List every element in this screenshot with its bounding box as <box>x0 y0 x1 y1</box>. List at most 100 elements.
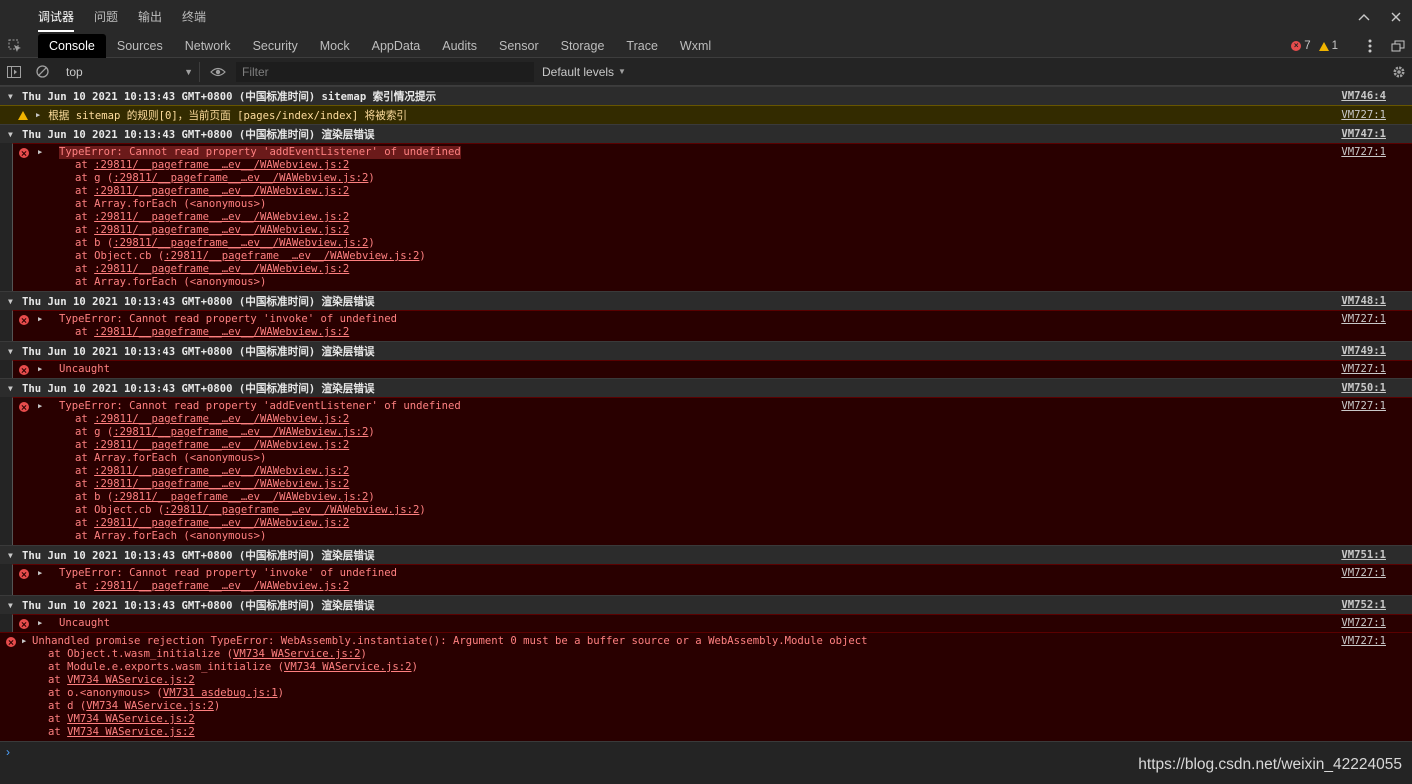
stack-frame-link[interactable]: VM734 WAService.js:2 <box>233 648 361 660</box>
error-text: TypeError: Cannot read property 'addEven… <box>59 400 461 412</box>
stack-frame-link[interactable]: VM731 asdebug.js:1 <box>163 687 278 699</box>
tab-sensor[interactable]: Sensor <box>488 34 550 58</box>
expand-caret-icon[interactable]: ▶ <box>38 363 42 376</box>
group-header[interactable]: ▼ Thu Jun 10 2021 10:13:43 GMT+0800 (中国标准… <box>0 86 1412 105</box>
stack-frame-link[interactable]: :29811/__pageframe__…ev__/WAWebview.js:2 <box>94 211 349 223</box>
tab-console[interactable]: Console <box>38 33 106 58</box>
group-header[interactable]: ▼ Thu Jun 10 2021 10:13:43 GMT+0800 (中国标准… <box>0 595 1412 614</box>
group-header[interactable]: ▼ Thu Jun 10 2021 10:13:43 GMT+0800 (中国标准… <box>0 378 1412 397</box>
panel-tab-problems[interactable]: 问题 <box>84 0 128 34</box>
group-header[interactable]: ▼ Thu Jun 10 2021 10:13:43 GMT+0800 (中国标准… <box>0 291 1412 310</box>
expand-caret-icon[interactable]: ▶ <box>38 313 42 326</box>
sidebar-toggle-icon[interactable] <box>0 58 28 86</box>
stack-frame-link[interactable]: :29811/__pageframe__…ev__/WAWebview.js:2 <box>94 478 349 490</box>
expand-triangle-icon[interactable]: ▼ <box>8 297 22 306</box>
source-link[interactable]: VM727:1 <box>1341 313 1386 326</box>
expand-caret-icon[interactable]: ▶ <box>38 617 42 630</box>
stack-frame-link[interactable]: :29811/__pageframe__…ev__/WAWebview.js:2 <box>113 491 368 503</box>
expand-caret-icon[interactable]: ▶ <box>38 146 42 159</box>
expand-caret-icon[interactable]: ▶ <box>38 400 42 413</box>
expand-caret-icon[interactable]: ▶ <box>38 567 42 580</box>
source-link[interactable]: VM750:1 <box>1341 382 1386 394</box>
source-link[interactable]: VM727:1 <box>1341 567 1386 580</box>
error-text: Uncaught <box>59 617 111 629</box>
stack-frame-link[interactable]: :29811/__pageframe__…ev__/WAWebview.js:2 <box>94 159 349 171</box>
panel-tab-output[interactable]: 输出 <box>128 0 172 34</box>
source-link[interactable]: VM751:1 <box>1341 549 1386 561</box>
expand-triangle-icon[interactable]: ▼ <box>8 384 22 393</box>
stack-frame-link[interactable]: VM734 WAService.js:2 <box>67 713 195 725</box>
tab-sources[interactable]: Sources <box>106 34 174 58</box>
stack-frame-text: at g ( <box>75 426 114 438</box>
source-link[interactable]: VM746:4 <box>1341 90 1386 102</box>
close-icon[interactable] <box>1380 0 1412 34</box>
panel-tab-debugger[interactable]: 调试器 <box>28 0 84 34</box>
settings-button[interactable] <box>1392 58 1406 86</box>
stack-frame-link[interactable]: :29811/__pageframe__…ev__/WAWebview.js:2 <box>94 326 349 338</box>
source-link[interactable]: VM727:1 <box>1341 363 1386 376</box>
tab-wxml[interactable]: Wxml <box>669 34 722 58</box>
filter-input[interactable] <box>236 61 534 82</box>
stack-frame-text: at <box>75 478 95 490</box>
stack-frame-link[interactable]: :29811/__pageframe__…ev__/WAWebview.js:2 <box>94 580 349 592</box>
stack-frame-link[interactable]: VM734 WAService.js:2 <box>86 700 214 712</box>
group-header[interactable]: ▼ Thu Jun 10 2021 10:13:43 GMT+0800 (中国标准… <box>0 124 1412 143</box>
inspect-element-icon[interactable] <box>0 34 30 58</box>
undock-icon[interactable] <box>1384 34 1412 58</box>
warning-text: 根据 sitemap 的规则[0]，当前页面 [pages/index/inde… <box>48 109 408 122</box>
source-link[interactable]: VM727:1 <box>1341 617 1386 630</box>
stack-frame-link[interactable]: :29811/__pageframe__…ev__/WAWebview.js:2 <box>113 426 368 438</box>
stack-frame-link[interactable]: VM734 WAService.js:2 <box>67 674 195 686</box>
tab-security[interactable]: Security <box>242 34 309 58</box>
tab-storage[interactable]: Storage <box>550 34 616 58</box>
group-header[interactable]: ▼ Thu Jun 10 2021 10:13:43 GMT+0800 (中国标准… <box>0 545 1412 564</box>
tab-trace[interactable]: Trace <box>615 34 669 58</box>
stack-frame-link[interactable]: :29811/__pageframe__…ev__/WAWebview.js:2 <box>94 185 349 197</box>
group-header[interactable]: ▼ Thu Jun 10 2021 10:13:43 GMT+0800 (中国标准… <box>0 341 1412 360</box>
stack-frame-link[interactable]: :29811/__pageframe__…ev__/WAWebview.js:2 <box>164 250 419 262</box>
source-link[interactable]: VM727:1 <box>1341 109 1386 121</box>
expand-triangle-icon[interactable]: ▼ <box>8 130 22 139</box>
stack-frame-link[interactable]: :29811/__pageframe__…ev__/WAWebview.js:2 <box>113 172 368 184</box>
source-link[interactable]: VM749:1 <box>1341 345 1386 357</box>
log-levels-dropdown[interactable]: Default levels ▼ <box>542 65 626 79</box>
issue-counts[interactable]: × 7 1 <box>1291 40 1338 52</box>
source-link[interactable]: VM727:1 <box>1341 400 1386 413</box>
chevron-up-icon[interactable] <box>1348 0 1380 34</box>
stack-frame-link[interactable]: :29811/__pageframe__…ev__/WAWebview.js:2 <box>94 413 349 425</box>
tab-appdata[interactable]: AppData <box>361 34 432 58</box>
stack-frame-link[interactable]: :29811/__pageframe__…ev__/WAWebview.js:2 <box>113 237 368 249</box>
clear-console-icon[interactable] <box>28 58 56 86</box>
expand-triangle-icon[interactable]: ▼ <box>8 92 22 101</box>
eye-icon[interactable] <box>204 58 232 86</box>
tab-mock[interactable]: Mock <box>309 34 361 58</box>
stack-frame-link[interactable]: :29811/__pageframe__…ev__/WAWebview.js:2 <box>94 465 349 477</box>
source-link[interactable]: VM727:1 <box>1341 635 1386 648</box>
stack-frame-link[interactable]: :29811/__pageframe__…ev__/WAWebview.js:2 <box>94 224 349 236</box>
warning-count-icon <box>1318 41 1329 51</box>
stack-frame-link[interactable]: :29811/__pageframe__…ev__/WAWebview.js:2 <box>94 263 349 275</box>
tab-network[interactable]: Network <box>174 34 242 58</box>
stack-frame-link[interactable]: :29811/__pageframe__…ev__/WAWebview.js:2 <box>164 504 419 516</box>
source-link[interactable]: VM752:1 <box>1341 599 1386 611</box>
source-link[interactable]: VM748:1 <box>1341 295 1386 307</box>
more-options-icon[interactable] <box>1356 34 1384 58</box>
source-link[interactable]: VM727:1 <box>1341 146 1386 159</box>
tab-audits[interactable]: Audits <box>431 34 488 58</box>
expand-triangle-icon[interactable]: ▼ <box>8 347 22 356</box>
expand-caret-icon[interactable]: ▶ <box>22 635 26 648</box>
context-selector[interactable]: top ▼ <box>62 61 200 82</box>
stack-frame-link[interactable]: :29811/__pageframe__…ev__/WAWebview.js:2 <box>94 517 349 529</box>
stack-frame-link[interactable]: VM734 WAService.js:2 <box>284 661 412 673</box>
stack-frame: at Array.forEach (<anonymous>) <box>59 276 1412 289</box>
stack-frame-link[interactable]: :29811/__pageframe__…ev__/WAWebview.js:2 <box>94 439 349 451</box>
panel-tab-terminal[interactable]: 终端 <box>172 0 216 34</box>
error-message: ▶ TypeError: Cannot read property 'invoke… <box>12 310 1412 341</box>
expand-triangle-icon[interactable]: ▼ <box>8 601 22 610</box>
expand-caret-icon[interactable]: ▶ <box>36 111 40 119</box>
error-count: 7 <box>1304 40 1311 52</box>
expand-triangle-icon[interactable]: ▼ <box>8 551 22 560</box>
stack-frame-link[interactable]: VM734 WAService.js:2 <box>67 726 195 738</box>
prompt-chevron-icon: › <box>6 745 10 759</box>
source-link[interactable]: VM747:1 <box>1341 128 1386 140</box>
